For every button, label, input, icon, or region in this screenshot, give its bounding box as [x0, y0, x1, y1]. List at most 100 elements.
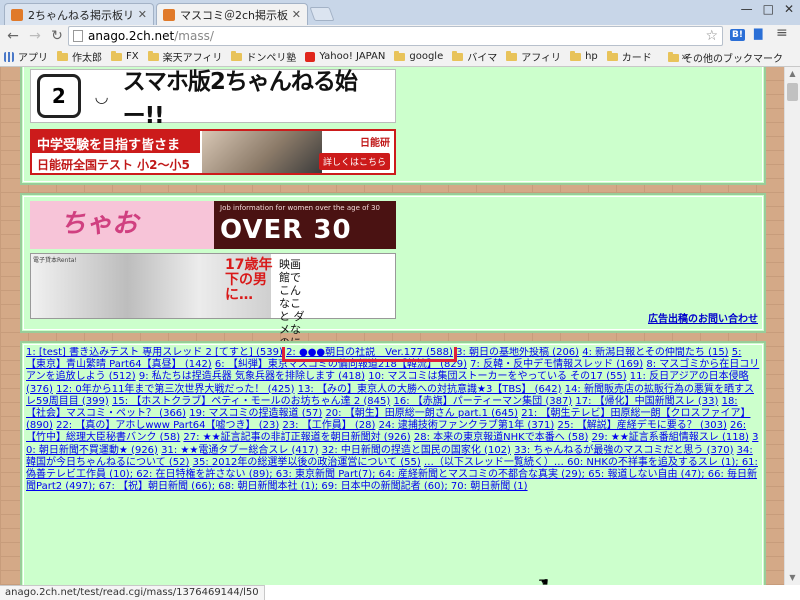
tab-mass-board[interactable]: マスコミ＠2ch掲示板 ✕ — [156, 3, 308, 25]
thread-link[interactable]: 2: ●●●朝日の社説 Ver.177 (588) — [282, 347, 457, 362]
banner-label: 電子貸本Renta! — [33, 257, 77, 264]
bookmark-folder[interactable]: アフィリ — [506, 49, 561, 64]
banner-photo — [202, 131, 322, 173]
folder-icon — [606, 50, 618, 61]
chao-banner[interactable]: ちゃお Job information for women over the a… — [30, 201, 396, 249]
thread-link[interactable]: 6: 【糾弾】東京マスコミの偏向報道218【韓流】 (829) — [215, 359, 467, 370]
banner-side-text: 映画館でこんなこと ダメなのに — [279, 258, 305, 349]
thread-link[interactable]: 10: マスコミは集団ストーカーをやっている その17 (55) — [368, 371, 626, 382]
yahoo-icon — [305, 51, 316, 62]
new-tab-button[interactable] — [309, 7, 335, 21]
address-bar[interactable]: anago.2ch.net /mass/ ☆ — [68, 26, 723, 46]
thread-link[interactable]: 13: 【みの】東京人の大勝への対抗意識★3【TBS】 (642) — [298, 384, 562, 395]
address-host: anago.2ch.net — [88, 29, 175, 43]
scroll-down-icon[interactable]: ▼ — [785, 571, 800, 585]
thread-link[interactable]: 4: 新潟日報とその仲間たち (15) — [582, 347, 728, 358]
tab-title: マスコミ＠2ch掲示板 — [180, 8, 288, 22]
thread-link[interactable]: 17: 【帰化】中国新聞スレ (33) — [575, 396, 718, 407]
bookmark-folder[interactable]: hp — [570, 50, 598, 62]
ad-panel-middle: ちゃお Job information for women over the a… — [20, 193, 766, 349]
thread-link[interactable]: 28: 本来の東京報道NHKで本番へ (58) — [414, 432, 589, 443]
bookmark-folder[interactable]: google — [394, 50, 444, 62]
status-bar: anago.2ch.net/test/read.cgi/mass/1376469… — [0, 585, 265, 600]
thread-link[interactable]: 3: 朝日の基地外投稿 (206) — [456, 347, 579, 358]
banner-red-text: 17歳年下の男に… — [225, 257, 273, 303]
thread-link[interactable]: 31: ★★電通タブー総合スレ (417) — [161, 445, 318, 456]
bookmark-label: google — [409, 51, 444, 62]
thread-link[interactable]: 29: ★★証言系番組情報スレ (118) — [592, 432, 749, 443]
bookmark-label: FX — [126, 51, 139, 62]
more-button[interactable]: 詳しくはこちら — [318, 153, 390, 170]
extension-b-icon[interactable]: B! — [730, 27, 745, 41]
thread-link[interactable]: 7: 反韓・反中デモ情報スレッド (169) — [470, 359, 643, 370]
maximize-button[interactable]: □ — [763, 2, 774, 16]
thread-link[interactable]: 20: 【朝生】田原総一朗さん part.1 (645) — [325, 408, 518, 419]
tab-2ch-board-list[interactable]: 2ちゃんねる掲示板リスト ✕ — [4, 3, 154, 25]
folder-icon — [506, 50, 518, 61]
vertical-scrollbar[interactable]: ▲ ▼ — [784, 67, 800, 585]
smile-icon: ◡ — [94, 86, 109, 106]
bookmark-yahoo[interactable]: Yahoo! JAPAN — [305, 51, 385, 62]
folder-icon — [57, 50, 68, 61]
scroll-up-icon[interactable]: ▲ — [785, 67, 800, 81]
banner-tagline: Job information for women over the age o… — [220, 204, 380, 212]
folder-icon — [231, 50, 243, 61]
thread-link[interactable]: 35: 2012年の総選挙以後の政治運営について (55) — [193, 457, 421, 468]
banner-headline: 中学受験を目指す皆さま — [32, 131, 200, 153]
ad-contact-link[interactable]: 広告出稿のお問い合わせ — [648, 310, 758, 325]
tab-strip: 2ちゃんねる掲示板リスト ✕ マスコミ＠2ch掲示板 ✕ — □ ✕ — [0, 0, 800, 25]
page-viewport: 2 ◡ スマホ版2ちゃんねる始ー!! 中学受験を目指す皆さま 日能研全国テスト … — [0, 67, 784, 585]
thread-link[interactable]: 23: 【工作員】 (28) — [282, 420, 375, 431]
ad-panel-top: 2 ◡ スマホ版2ちゃんねる始ー!! 中学受験を目指す皆さま 日能研全国テスト … — [20, 67, 766, 185]
thread-link[interactable]: 32: 中日新聞の捏造と国民の国家化 (102) — [322, 445, 511, 456]
bookmark-folder[interactable]: ドンペリ塾 — [231, 49, 296, 64]
thread-link[interactable]: 27: ★★証言記事の非訂正報道を朝日新聞対 (926) — [183, 432, 410, 443]
scroll-thumb[interactable] — [787, 83, 798, 101]
banner-sub: 日能研全国テスト 小2～小5 — [32, 153, 200, 173]
menu-icon[interactable]: ≡ — [776, 25, 788, 41]
tab-title: 2ちゃんねる掲示板リスト — [28, 8, 134, 22]
bookmark-folder[interactable]: カード — [606, 49, 652, 64]
bookmark-label: アフィリ — [521, 53, 562, 64]
apps-grid-icon — [4, 51, 14, 62]
close-tab-icon[interactable]: ✕ — [138, 8, 147, 21]
banner-title: OVER 30 — [220, 215, 352, 245]
folder-icon — [111, 50, 122, 61]
bookmark-folder[interactable]: バイマ — [452, 49, 497, 64]
manga-banner[interactable]: 電子貸本Renta! 17歳年下の男に… 映画館でこんなこと ダメなのに — [30, 253, 396, 349]
favicon-icon — [163, 8, 175, 21]
bookmark-star-icon[interactable]: ☆ — [705, 28, 718, 44]
minimize-button[interactable]: — — [741, 2, 753, 16]
thread-link[interactable]: 1: [test] 書き込みテスト 専用スレッド 2 [てすと] (539) — [26, 347, 283, 358]
smartphone-2ch-banner[interactable]: 2 ◡ スマホ版2ちゃんねる始ー!! — [30, 69, 396, 129]
thread-link[interactable]: 33: ちゃんねるが最強のマスコミだと思う (370) — [514, 445, 733, 456]
thread-link[interactable]: 24: 逮捕技術ファンクラブ第1年 (371) — [379, 420, 555, 431]
thread-link[interactable]: 12: 0年から11年まで第三次世界大戦だった！ (425) — [56, 384, 294, 395]
thread-link[interactable]: 15: 【ホストクラブ】ペティ・モールのお坊ちゃん達 2 (845) — [112, 396, 390, 407]
browser-toolbar: ← → ↻ anago.2ch.net /mass/ ☆ B! ▇ ≡ — [0, 25, 800, 47]
thread-link[interactable]: 16: 【赤旗】パーティーマン集団 (387) — [393, 396, 572, 407]
bookmark-label: その他のブックマーク — [683, 54, 783, 65]
reload-icon[interactable]: ↻ — [48, 28, 66, 44]
chat-extension-icon[interactable]: ▇ — [754, 27, 762, 40]
bookmark-folder[interactable]: 楽天アフィリ — [147, 49, 222, 64]
bookmark-folder[interactable]: FX — [111, 50, 139, 62]
other-bookmarks[interactable]: その他のブックマーク — [668, 50, 783, 65]
bookmark-label: アプリ — [18, 53, 48, 64]
close-window-button[interactable]: ✕ — [784, 2, 794, 16]
bookmark-apps[interactable]: アプリ — [4, 49, 48, 64]
back-arrow-icon[interactable]: ← — [4, 28, 22, 44]
thread-link[interactable]: 22: 【真の】アホしwww Part64【嘘つき】 (23) — [56, 420, 279, 431]
thread-link[interactable]: 25: 【解説】産経デモに要る？ (303) — [558, 420, 727, 431]
forward-arrow-icon[interactable]: → — [26, 28, 44, 44]
bookmark-label: 作太郎 — [72, 53, 102, 64]
thread-link[interactable]: 9: 私たちは捏造兵器 気象兵器を排除します (418) — [139, 371, 365, 382]
folder-icon — [668, 51, 679, 62]
bookmark-folder[interactable]: 作太郎 — [57, 49, 102, 64]
close-tab-icon[interactable]: ✕ — [292, 8, 301, 21]
address-path: /mass/ — [174, 29, 214, 43]
bookmark-label: バイマ — [467, 53, 498, 64]
thread-link[interactable]: 19: マスコミの捏造報道 (57) — [189, 408, 322, 419]
nichinoken-banner[interactable]: 中学受験を目指す皆さま 日能研全国テスト 小2～小5 日能研 詳しくはこちら — [30, 129, 396, 175]
bookmark-label: カード — [621, 53, 652, 64]
